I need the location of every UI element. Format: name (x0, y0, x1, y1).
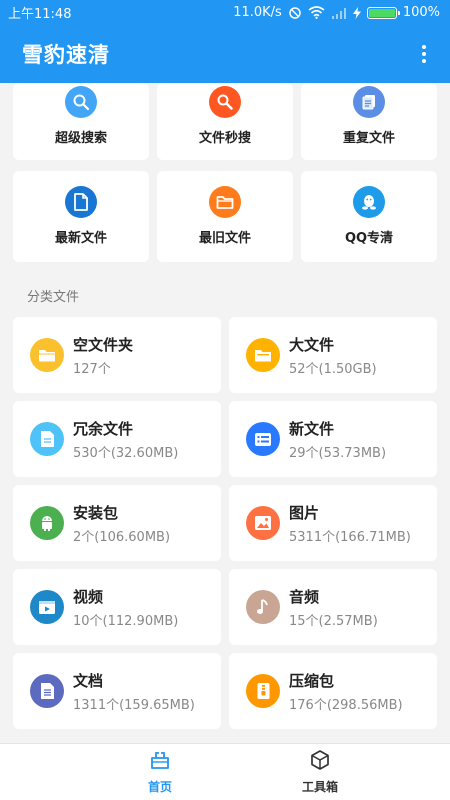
more-dot-icon (422, 45, 426, 49)
category-count: 29个(53.73MB) (289, 445, 387, 461)
main-content[interactable]: 超级搜索 文件秒搜 重复文件 最新文件 最旧文件 QQ专清 分类文件 空文件夹 … (0, 83, 450, 743)
category-name: 视频 (73, 587, 104, 606)
status-indicators: 11.0K/s 100% (233, 5, 440, 20)
category-images[interactable]: 图片 5311个(166.71MB) (229, 485, 437, 561)
tool-label: 文件秒搜 (198, 131, 251, 146)
category-new-files[interactable]: 新文件 29个(53.73MB) (229, 401, 437, 477)
category-count: 127个 (73, 361, 111, 377)
folder-icon (30, 338, 64, 372)
status-time: 上午11:48 (8, 7, 72, 22)
music-icon (246, 590, 280, 624)
tool-label: 最旧文件 (198, 231, 251, 246)
file-icon (65, 186, 97, 218)
category-name: 文档 (73, 671, 104, 690)
category-redundant-files[interactable]: 冗余文件 530个(32.60MB) (13, 401, 221, 477)
category-name: 大文件 (289, 335, 335, 354)
category-large-files[interactable]: 大文件 52个(1.50GB) (229, 317, 437, 393)
battery-level: 100% (402, 5, 440, 20)
folder-icon (209, 186, 241, 218)
app-title: 雪豹速清 (22, 43, 110, 67)
category-name: 安装包 (73, 503, 119, 522)
tool-qq-clean[interactable]: QQ专清 (301, 171, 437, 262)
category-name: 音频 (289, 587, 320, 606)
zip-icon (246, 674, 280, 708)
more-dot-icon (422, 52, 426, 56)
tool-label: 最新文件 (54, 231, 107, 246)
magnifier-icon (209, 86, 241, 118)
video-icon (30, 590, 64, 624)
tool-grid-row-1: 超级搜索 文件秒搜 重复文件 (13, 83, 437, 160)
category-name: 新文件 (289, 419, 335, 438)
category-name: 压缩包 (289, 671, 335, 690)
tool-grid-row-2: 最新文件 最旧文件 QQ专清 (13, 171, 437, 262)
category-count: 10个(112.90MB) (73, 613, 179, 629)
category-count: 52个(1.50GB) (289, 361, 377, 377)
status-bar: 上午11:48 11.0K/s 100% (0, 0, 450, 25)
category-name: 图片 (289, 503, 320, 522)
battery-icon (366, 6, 400, 19)
category-count: 530个(32.60MB) (73, 445, 179, 461)
signal-icon (331, 7, 347, 19)
duplicate-file-icon (353, 86, 385, 118)
app-bar: 雪豹速清 (0, 25, 450, 83)
android-icon (30, 506, 64, 540)
home-icon (149, 749, 171, 775)
tool-super-search[interactable]: 超级搜索 (13, 83, 149, 160)
category-videos[interactable]: 视频 10个(112.90MB) (13, 569, 221, 645)
nav-label-home: 首页 (147, 780, 172, 794)
category-archives[interactable]: 压缩包 176个(298.56MB) (229, 653, 437, 729)
category-count: 1311个(159.65MB) (73, 697, 195, 713)
wifi-icon (308, 6, 325, 19)
search-icon (65, 86, 97, 118)
category-name: 空文件夹 (73, 335, 134, 354)
nav-tab-toolbox[interactable]: 工具箱 (190, 744, 450, 800)
tool-label: 重复文件 (342, 131, 395, 146)
document-icon (30, 422, 64, 456)
folder-icon (246, 338, 280, 372)
more-dot-icon (422, 59, 426, 63)
sync-icon (288, 6, 302, 20)
tool-label: QQ专清 (344, 231, 394, 246)
image-icon (246, 506, 280, 540)
category-install-packages[interactable]: 安装包 2个(106.60MB) (13, 485, 221, 561)
tool-file-quick-search[interactable]: 文件秒搜 (157, 83, 293, 160)
bottom-navigation: 首页 工具箱 (0, 743, 450, 800)
category-documents[interactable]: 文档 1311个(159.65MB) (13, 653, 221, 729)
qq-icon (353, 186, 385, 218)
category-count: 2个(106.60MB) (73, 529, 171, 545)
category-empty-folders[interactable]: 空文件夹 127个 (13, 317, 221, 393)
tool-oldest-files[interactable]: 最旧文件 (157, 171, 293, 262)
tool-newest-files[interactable]: 最新文件 (13, 171, 149, 262)
section-title: 分类文件 (27, 290, 80, 305)
list-file-icon (246, 422, 280, 456)
toolbox-cube-icon (309, 749, 331, 775)
category-audio[interactable]: 音频 15个(2.57MB) (229, 569, 437, 645)
category-count: 5311个(166.71MB) (289, 529, 411, 545)
tool-label: 超级搜索 (54, 131, 107, 146)
nav-label-toolbox: 工具箱 (301, 780, 338, 794)
text-document-icon (30, 674, 64, 708)
charging-icon (352, 6, 361, 19)
category-count: 15个(2.57MB) (289, 613, 378, 629)
tool-duplicate-files[interactable]: 重复文件 (301, 83, 437, 160)
category-count: 176个(298.56MB) (289, 697, 403, 713)
category-name: 冗余文件 (73, 419, 134, 438)
network-speed: 11.0K/s (233, 5, 282, 20)
more-options-button[interactable] (412, 39, 436, 69)
